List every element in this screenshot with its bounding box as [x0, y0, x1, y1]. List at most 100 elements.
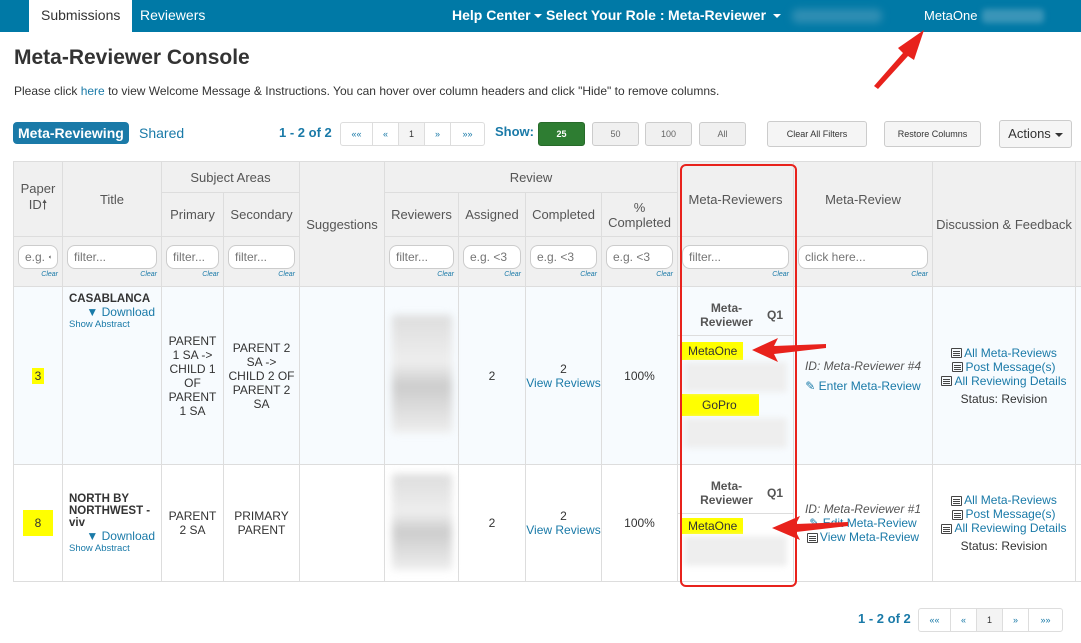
subheader-meta-reviewer: Meta-Reviewer [700, 479, 753, 507]
actions-dropdown[interactable]: Actions [999, 120, 1072, 148]
col-paper-id[interactable]: Paper ID🠕 [13, 161, 63, 237]
assigned-filter[interactable] [463, 245, 521, 269]
clear-link[interactable]: Clear [682, 271, 789, 278]
help-center-menu[interactable]: Help Center [452, 0, 542, 31]
secondary-filter[interactable] [228, 245, 295, 269]
clear-link[interactable]: Clear [228, 271, 295, 278]
show-abstract-link[interactable]: Show Abstract [69, 543, 155, 554]
completed-filter[interactable] [530, 245, 597, 269]
pct-completed: 100% [601, 286, 678, 465]
col-suggestions[interactable]: Suggestions [299, 161, 385, 287]
tab-meta-reviewing[interactable]: Meta-Reviewing [13, 122, 129, 144]
edit-meta-review-link[interactable]: ✎ Edit Meta-Review [794, 516, 932, 530]
list-icon [951, 495, 963, 506]
all-reviewing-details-link[interactable]: All Reviewing Details [933, 374, 1075, 388]
col-primary[interactable]: Primary [161, 192, 224, 237]
view-meta-review-link[interactable]: View Meta-Review [794, 530, 932, 544]
reviewers-filter[interactable] [389, 245, 454, 269]
meta-reviewers-filter[interactable] [682, 245, 789, 269]
meta-review-filter[interactable] [798, 245, 928, 269]
secondary-area: PRIMARY PARENT [223, 464, 300, 582]
paper-title: NORTH BY NORTHWEST - viv [69, 492, 151, 529]
pct-completed-filter[interactable] [606, 245, 673, 269]
page-1-button[interactable]: 1 [977, 609, 1003, 631]
meta-reviewer-id: ID: Meta-Reviewer #1 [804, 502, 922, 516]
completed-count: 2 [560, 361, 567, 376]
first-page-button[interactable]: «« [341, 123, 373, 145]
redacted-text [684, 362, 787, 392]
post-messages-link[interactable]: Post Message(s) [933, 360, 1075, 374]
col-assigned[interactable]: Assigned [458, 192, 526, 237]
meta-reviewer-subheader: Meta-Reviewer Q1 [678, 473, 793, 514]
download-link[interactable]: ▼ Download [69, 529, 155, 543]
show-label: Show: [495, 124, 534, 139]
all-meta-reviews-link[interactable]: All Meta-Reviews [933, 346, 1075, 360]
col-subject-areas: Subject Areas [161, 161, 300, 193]
all-meta-reviews-link[interactable]: All Meta-Reviews [933, 493, 1075, 507]
link-label: View Meta-Review [819, 530, 920, 544]
user-menu[interactable]: MetaOne [924, 0, 977, 31]
col-reviewers[interactable]: Reviewers [384, 192, 459, 237]
tab-submissions[interactable]: Submissions [29, 0, 133, 32]
enter-meta-review-link[interactable]: ✎ Enter Meta-Review [794, 379, 932, 393]
tab-shared[interactable]: Shared [139, 125, 184, 141]
welcome-link[interactable]: here [81, 84, 105, 98]
next-page-button[interactable]: » [425, 123, 451, 145]
pagination-bottom: «« « 1 » »» [918, 608, 1063, 632]
clear-all-filters-button[interactable]: Clear All Filters [767, 121, 867, 147]
download-icon: ▼ [86, 528, 99, 543]
clear-link[interactable]: Clear [67, 271, 157, 278]
page-size-100[interactable]: 100 [645, 122, 692, 146]
download-link[interactable]: ▼ Download [69, 305, 155, 319]
list-icon [952, 509, 964, 520]
chevron-down-icon [773, 14, 782, 19]
next-page-button[interactable]: » [1003, 609, 1029, 631]
restore-columns-button[interactable]: Restore Columns [884, 121, 981, 147]
view-reviews-link[interactable]: View Reviews [526, 523, 601, 537]
clear-link[interactable]: Clear [530, 271, 597, 278]
chevron-down-icon [1054, 132, 1063, 137]
paper-id-filter[interactable] [18, 245, 58, 269]
clear-link[interactable]: Clear [18, 271, 58, 278]
clear-link[interactable]: Clear [166, 271, 219, 278]
completed-count: 2 [560, 509, 567, 523]
col-title[interactable]: Title [62, 161, 162, 237]
show-abstract-link[interactable]: Show Abstract [69, 319, 155, 330]
col-completed[interactable]: Completed [525, 192, 602, 237]
page-size-all[interactable]: All [699, 122, 746, 146]
col-meta-reviewers[interactable]: Meta-Reviewers [677, 161, 794, 237]
col-secondary[interactable]: Secondary [223, 192, 300, 237]
role-dropdown[interactable]: Meta-Reviewer [668, 0, 782, 31]
redacted-text [684, 536, 787, 566]
post-messages-link[interactable]: Post Message(s) [933, 507, 1075, 521]
view-reviews-link[interactable]: View Reviews [526, 376, 601, 390]
first-page-button[interactable]: «« [919, 609, 951, 631]
title-filter[interactable] [67, 245, 157, 269]
suggestions-cell [299, 464, 385, 582]
edit-icon: ✎ [805, 378, 816, 393]
all-reviewing-details-link[interactable]: All Reviewing Details [933, 521, 1075, 535]
prev-page-button[interactable]: « [373, 123, 399, 145]
clear-link[interactable]: Clear [798, 271, 928, 278]
col-meta-review[interactable]: Meta-Review [793, 161, 933, 237]
primary-filter[interactable] [166, 245, 219, 269]
clear-link[interactable]: Clear [389, 271, 454, 278]
primary-area: PARENT 2 SA [161, 464, 224, 582]
extra-cell [1075, 464, 1081, 582]
col-pct-completed[interactable]: % Completed [601, 192, 678, 237]
page-size-25[interactable]: 25 [538, 122, 585, 146]
last-page-button[interactable]: »» [1029, 609, 1062, 631]
primary-area: PARENT 1 SA -> CHILD 1 OF PARENT 1 SA [161, 286, 224, 465]
annotation-arrow-icon [874, 30, 924, 89]
help-center-label: Help Center [452, 7, 531, 23]
page-1-button[interactable]: 1 [399, 123, 425, 145]
prev-page-button[interactable]: « [951, 609, 977, 631]
top-nav: Submissions Reviewers Help Center Select… [0, 0, 1081, 32]
tab-reviewers[interactable]: Reviewers [128, 0, 217, 32]
last-page-button[interactable]: »» [451, 123, 484, 145]
clear-link[interactable]: Clear [463, 271, 521, 278]
page-size-50[interactable]: 50 [592, 122, 639, 146]
clear-link[interactable]: Clear [606, 271, 673, 278]
col-discussion[interactable]: Discussion & Feedback [932, 161, 1076, 287]
table-row: 8 NORTH BY NORTHWEST - viv ▼ Download Sh… [13, 464, 1081, 582]
